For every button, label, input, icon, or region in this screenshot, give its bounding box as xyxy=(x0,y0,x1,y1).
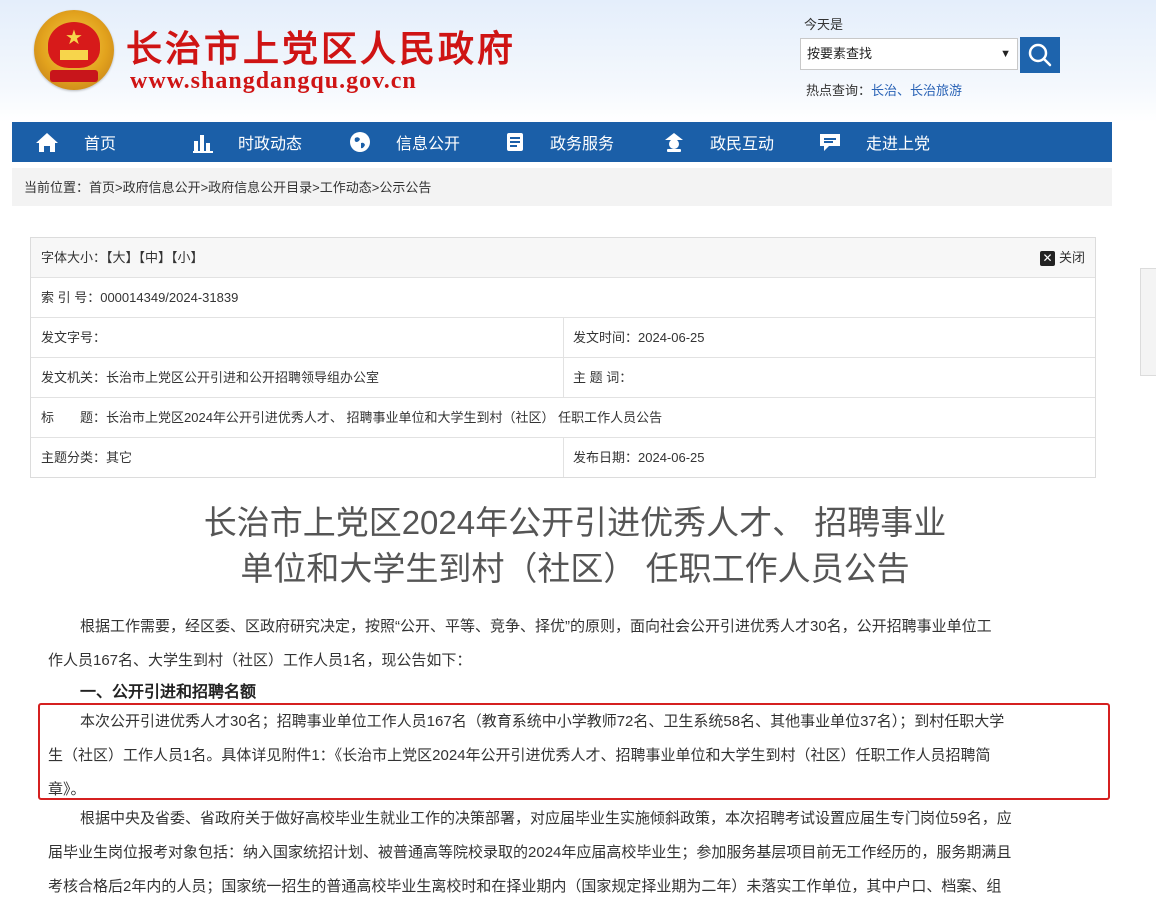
search-type-value: 按要素查找 xyxy=(807,46,873,61)
today-label: 今天是 xyxy=(804,17,844,32)
search-button[interactable] xyxy=(1020,37,1060,73)
side-float-tab[interactable] xyxy=(1140,268,1156,376)
document-icon xyxy=(507,133,523,151)
article-title-line: 单位和大学生到村（社区） 任职工作人员公告 xyxy=(240,550,910,587)
paragraph-line: 考核合格后2年内的人员；国家统一招生的普通高校毕业生离校时和在择业期内（国家规定… xyxy=(48,878,1002,895)
nav-item-info-public[interactable]: 信息公开 xyxy=(348,122,460,162)
issuer: 发文机关：长治市上党区公开引进和公开招聘领导组办公室 xyxy=(41,370,380,385)
nav-label: 政民互动 xyxy=(710,136,775,153)
doc-number: 发文字号： xyxy=(41,330,107,345)
nav-label: 信息公开 xyxy=(396,136,461,153)
hot-search-label: 热点查询： xyxy=(806,83,872,98)
paragraph-intro-cont: 作人员167名、大学生到村（社区）工作人员1名，现公告如下： xyxy=(48,644,471,678)
doc-title-label: 标 题： xyxy=(41,410,107,425)
hot-link-changzhi[interactable]: 长治、 xyxy=(871,83,910,98)
paragraph-intro: 根据工作需要，经区委、区政府研究决定，按照“公开、平等、竞争、择优”的原则，面向… xyxy=(80,610,992,644)
article-title-line: 长治市上党区2024年公开引进优秀人才、 招聘事业 xyxy=(203,504,947,541)
nav-item-home[interactable]: 首页 xyxy=(34,122,116,162)
site-title[interactable]: 长治市上党区人民政府 xyxy=(126,20,516,72)
subject-words: 主 题 词： xyxy=(573,370,633,385)
nav-label: 政务服务 xyxy=(550,136,615,153)
chat-icon xyxy=(820,134,840,151)
paragraph-line: 届毕业生岗位报考对象包括：纳入国家统招计划、被普通高等院校录取的2024年应届高… xyxy=(48,844,1012,861)
close-icon: ✕ xyxy=(1039,251,1055,267)
section-heading: 一、公开引进和招聘名额 xyxy=(80,684,257,701)
nav-item-interaction[interactable]: 政民互动 xyxy=(662,122,774,162)
close-button[interactable]: ✕ 关闭 xyxy=(1039,238,1085,277)
main-nav: 首页 时政动态 信息公开 政务服务 政民互动 走进上党 xyxy=(12,122,1112,162)
globe-icon xyxy=(350,132,370,152)
category: 主题分类：其它 xyxy=(41,450,133,465)
doc-title-value: 长治市上党区2024年公开引进优秀人才、 招聘事业单位和大学生到村（社区） 任职… xyxy=(106,410,663,425)
nav-item-about[interactable]: 走进上党 xyxy=(818,122,930,162)
site-url: www.shangdangqu.gov.cn xyxy=(130,68,417,94)
document-info-table: 字体大小：【大】【中】【小】 ✕ 关闭 索 引 号：000014349/2024-… xyxy=(30,237,1096,478)
font-size-row: 字体大小：【大】【中】【小】 ✕ 关闭 xyxy=(31,238,1095,278)
paragraph-quota-cont: 生（社区）工作人员1名。具体详见附件1：《长治市上党区2024年公开引进优秀人才… xyxy=(48,739,991,807)
issuer-row: 发文机关：长治市上党区公开引进和公开招聘领导组办公室 主 题 词： xyxy=(31,358,1095,398)
site-header: ★ 长治市上党区人民政府 www.shangdangqu.gov.cn 今天是 … xyxy=(0,0,1156,122)
hot-search: 热点查询：长治、长治旅游 xyxy=(806,80,962,99)
breadcrumb[interactable]: 当前位置：首页>政府信息公开>政府信息公开目录>工作动态>公示公告 xyxy=(12,168,1112,206)
title-row: 标 题：长治市上党区2024年公开引进优秀人才、 招聘事业单位和大学生到村（社区… xyxy=(31,398,1095,438)
search-type-select[interactable]: 按要素查找 ▼ xyxy=(800,38,1018,70)
paragraph-line: 生（社区）工作人员1名。具体详见附件1：《长治市上党区2024年公开引进优秀人才… xyxy=(48,747,991,764)
national-emblem-icon: ★ xyxy=(34,10,114,90)
paragraph-quota: 本次公开引进优秀人才30名；招聘事业单位工作人员167名（教育系统中小学教师72… xyxy=(80,705,1004,739)
index-number: 索 引 号：000014349/2024-31839 xyxy=(41,290,239,305)
article-title: 长治市上党区2024年公开引进优秀人才、 招聘事业 单位和大学生到村（社区） 任… xyxy=(100,500,1050,592)
issue-time: 发文时间：2024-06-25 xyxy=(573,330,705,345)
index-row: 索 引 号：000014349/2024-31839 xyxy=(31,278,1095,318)
doc-title: 标 题：长治市上党区2024年公开引进优秀人才、 招聘事业单位和大学生到村（社区… xyxy=(41,398,662,437)
paragraph-graduates: 根据中央及省委、省政府关于做好高校毕业生就业工作的决策部署，对应届毕业生实施倾斜… xyxy=(80,802,1012,836)
nav-label: 首页 xyxy=(84,136,117,153)
paragraph-line: 作人员167名、大学生到村（社区）工作人员1名，现公告如下： xyxy=(48,652,472,669)
publish-date: 发布日期：2024-06-25 xyxy=(573,450,705,465)
nav-label: 时政动态 xyxy=(238,136,303,153)
person-icon xyxy=(665,133,683,152)
nav-item-gov-service[interactable]: 政务服务 xyxy=(504,122,614,162)
category-row: 主题分类：其它 发布日期：2024-06-25 xyxy=(31,438,1095,477)
nav-item-news[interactable]: 时政动态 xyxy=(192,122,302,162)
search-icon xyxy=(1028,43,1052,67)
paragraph-line: 根据工作需要，经区委、区政府研究决定，按照“公开、平等、竞争、择优”的原则，面向… xyxy=(80,618,992,635)
paragraph-graduates-cont: 届毕业生岗位报考对象包括：纳入国家统招计划、被普通高等院校录取的2024年应届高… xyxy=(48,836,1011,904)
chart-icon xyxy=(193,135,213,153)
close-label: 关闭 xyxy=(1058,250,1085,265)
hot-link-tourism[interactable]: 长治旅游 xyxy=(910,83,962,98)
nav-label: 走进上党 xyxy=(866,136,931,153)
doc-number-row: 发文字号： 发文时间：2024-06-25 xyxy=(31,318,1095,358)
font-size-control[interactable]: 字体大小：【大】【中】【小】 xyxy=(41,238,204,277)
home-icon xyxy=(36,133,58,152)
paragraph-line: 根据中央及省委、省政府关于做好高校毕业生就业工作的决策部署，对应届毕业生实施倾斜… xyxy=(80,810,1012,827)
paragraph-line: 本次公开引进优秀人才30名；招聘事业单位工作人员167名（教育系统中小学教师72… xyxy=(80,713,1005,730)
chevron-down-icon: ▼ xyxy=(1000,48,1011,60)
